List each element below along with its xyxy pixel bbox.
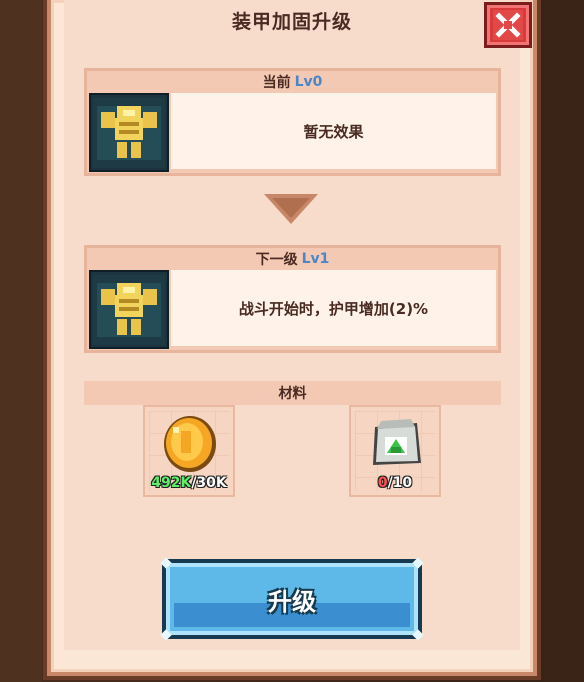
upgrade-button-label: 升级 [268, 587, 316, 616]
next-level-header: 下一级 Lv1 [87, 248, 498, 270]
bag-have: 0 [377, 475, 388, 491]
current-label: 当前 [262, 75, 291, 91]
close-button[interactable] [484, 2, 532, 48]
materials-header: 材料 [84, 381, 501, 405]
bag-need: /10 [387, 475, 413, 491]
dialog-title: 装甲加固升级 [231, 10, 352, 33]
armor-icon [93, 274, 165, 345]
bag-count: 0/10 [351, 475, 439, 491]
material-bag-icon [373, 419, 421, 465]
armor-icon [93, 97, 165, 168]
current-level-value: Lv0 [294, 74, 323, 90]
down-arrow-icon [264, 194, 318, 224]
current-level-header: 当前 Lv0 [87, 71, 498, 93]
coin-icon [164, 416, 216, 472]
current-armor-icon-box [89, 93, 169, 172]
current-effect: 暂无效果 [171, 93, 496, 169]
next-label: 下一级 [255, 252, 298, 268]
background-left [0, 0, 42, 682]
coin-need: /30K [191, 475, 227, 491]
close-icon [493, 10, 523, 40]
current-level-card: 当前 Lv0 暂无效果 [84, 68, 501, 176]
background-right [544, 0, 584, 682]
next-level-value: Lv1 [301, 251, 330, 267]
coin-count: 492K/30K [145, 475, 233, 491]
next-armor-icon-box [89, 270, 169, 349]
next-effect: 战斗开始时，护甲增加(2)% [171, 270, 496, 346]
next-level-card: 下一级 Lv1 战斗开始时，护甲增加(2)% [84, 245, 501, 353]
material-slot-coin[interactable]: 492K/30K [143, 405, 235, 497]
material-slot-bag[interactable]: 0/10 [349, 405, 441, 497]
upgrade-button[interactable]: 升级 [160, 557, 424, 641]
coin-have: 492K [151, 475, 192, 491]
